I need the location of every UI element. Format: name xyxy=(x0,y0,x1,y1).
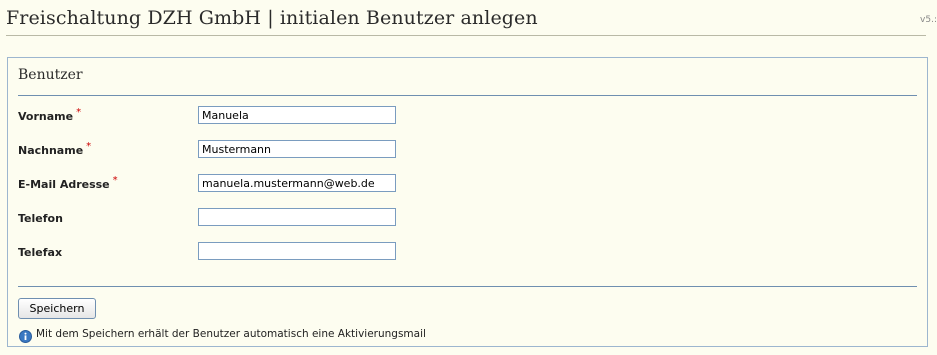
field-row-email: E-Mail Adresse * xyxy=(18,174,918,196)
field-label-nachname: Nachname * xyxy=(18,141,92,157)
required-marker: * xyxy=(112,175,118,186)
field-row-nachname: Nachname * xyxy=(18,140,918,162)
field-row-telefax: Telefax xyxy=(18,242,918,264)
nachname-input[interactable] xyxy=(198,140,396,158)
field-label-telefax: Telefax xyxy=(18,246,63,259)
field-label-telefon: Telefon xyxy=(18,212,63,225)
field-row-telefon: Telefon xyxy=(18,208,918,230)
email-input[interactable] xyxy=(198,174,396,192)
field-label-vorname: Vorname * xyxy=(18,107,82,123)
panel-title: Benutzer xyxy=(18,67,83,83)
required-marker: * xyxy=(86,141,92,152)
field-row-vorname: Vorname * xyxy=(18,106,918,128)
form-bottom-divider xyxy=(18,286,917,287)
info-icon xyxy=(19,328,32,343)
field-label-email: E-Mail Adresse * xyxy=(18,175,118,191)
required-marker: * xyxy=(76,107,82,118)
panel-title-divider xyxy=(18,95,917,96)
header-divider xyxy=(6,35,926,36)
version-label: v5.: xyxy=(920,15,937,25)
user-panel: Benutzer Vorname* Nachname* E-Mail Adres… xyxy=(7,57,928,347)
save-button[interactable]: Speichern xyxy=(18,298,96,319)
page-title: Freischaltung DZH GmbH | initialen Benut… xyxy=(6,7,538,29)
telefax-input[interactable] xyxy=(198,242,396,260)
telefon-input[interactable] xyxy=(198,208,396,226)
vorname-input[interactable] xyxy=(198,106,396,124)
hint-text: Mit dem Speichern erhält der Benutzer au… xyxy=(36,328,426,340)
page-header: Freischaltung DZH GmbH | initialen Benut… xyxy=(0,0,937,36)
